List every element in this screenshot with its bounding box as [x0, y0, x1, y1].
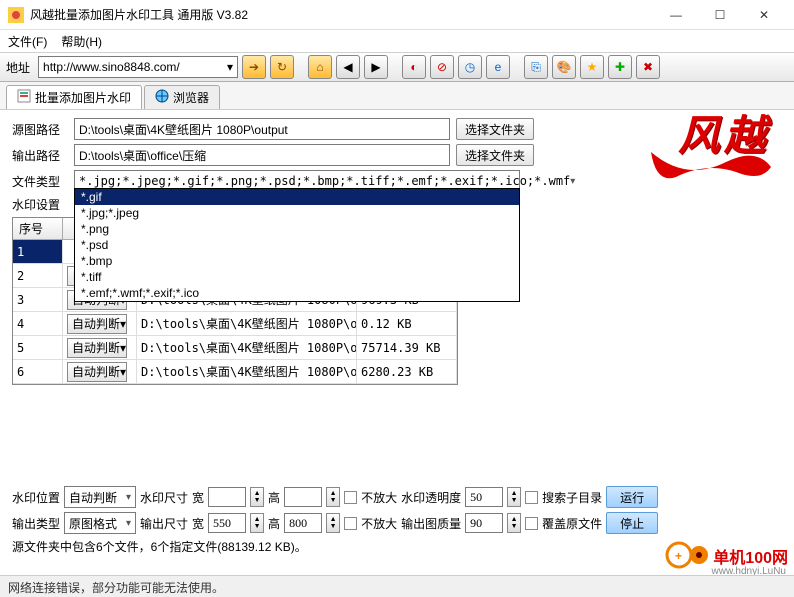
add-fav-button[interactable]: ✚ [608, 55, 632, 79]
maximize-button[interactable]: ☐ [698, 1, 742, 29]
overwrite-checkbox[interactable] [525, 517, 538, 530]
status-bar: 网络连接错误，部分功能可能无法使用。 [0, 575, 794, 597]
site-logo-icon: + [665, 537, 709, 575]
app-icon [8, 7, 24, 23]
spin[interactable]: ▲▼ [250, 487, 264, 507]
watermark-pos-combo[interactable]: 自动判断▾ [64, 486, 136, 508]
tab-browser[interactable]: 浏览器 [144, 85, 220, 109]
ie-button[interactable]: e [486, 55, 510, 79]
output-type-label: 输出类型 [12, 515, 60, 532]
filetype-dropdown[interactable]: *.gif *.jpg;*.jpeg *.png *.psd *.bmp *.t… [74, 188, 520, 302]
menu-help[interactable]: 帮助(H) [61, 33, 102, 50]
watermark-setting-label: 水印设置 [12, 196, 68, 213]
filetype-option[interactable]: *.emf;*.wmf;*.exif;*.ico [75, 285, 519, 301]
del-fav-button[interactable]: ✖ [636, 55, 660, 79]
spin[interactable]: ▲▼ [326, 487, 340, 507]
minimize-button[interactable]: — [654, 1, 698, 29]
filetype-option[interactable]: *.bmp [75, 253, 519, 269]
wm-width-input[interactable] [208, 487, 246, 507]
close-button[interactable]: ✕ [742, 1, 786, 29]
table-row[interactable]: 5 自动判断▾ D:\tools\桌面\4K壁纸图片 1080P\o... 75… [13, 336, 457, 360]
star-button[interactable]: ★ [580, 55, 604, 79]
url-combo[interactable]: http://www.sino8848.com/ ▾ [38, 56, 238, 78]
filetype-option[interactable]: *.gif [75, 189, 519, 205]
watermark-pos-label: 水印位置 [12, 489, 60, 506]
go-button[interactable]: ➔ [242, 55, 266, 79]
palette-button[interactable]: 🎨 [552, 55, 576, 79]
mode-combo[interactable]: 自动判断▾ [67, 314, 127, 334]
brand-swirl-icon [646, 142, 776, 186]
opacity-input[interactable]: 50 [465, 487, 503, 507]
mode-combo[interactable]: 自动判断▾ [67, 362, 127, 382]
toolbar: 地址 http://www.sino8848.com/ ▾ ➔ ↻ ⌂ ◀ ▶ … [0, 52, 794, 82]
back-button[interactable]: ◀ [336, 55, 360, 79]
forward-button[interactable]: ▶ [364, 55, 388, 79]
search-subdir-checkbox[interactable] [525, 491, 538, 504]
col-index[interactable]: 序号 [13, 218, 63, 239]
run-button[interactable]: 运行 [606, 486, 658, 508]
title-bar: 风越批量添加图片水印工具 通用版 V3.82 — ☐ ✕ [0, 0, 794, 30]
quality-label: 输出图质量 [401, 515, 461, 532]
watermark-size-label: 水印尺寸 [140, 489, 188, 506]
opacity-label: 水印透明度 [401, 489, 461, 506]
refresh-button[interactable]: ↻ [270, 55, 294, 79]
no-enlarge-checkbox2[interactable] [344, 517, 357, 530]
wm-height-input[interactable] [284, 487, 322, 507]
stop-button[interactable]: 停止 [606, 512, 658, 534]
output-browse-button[interactable]: 选择文件夹 [456, 144, 534, 166]
table-row[interactable]: 6 自动判断▾ D:\tools\桌面\4K壁纸图片 1080P\o... 62… [13, 360, 457, 384]
stop-button[interactable]: ⊘ [430, 55, 454, 79]
spin[interactable]: ▲▼ [507, 513, 521, 533]
no-enlarge-checkbox[interactable] [344, 491, 357, 504]
menu-bar: 文件(F) 帮助(H) [0, 30, 794, 52]
tool-btn-a[interactable]: ◐ [402, 55, 426, 79]
chevron-down-icon: ▾ [570, 176, 575, 187]
table-row[interactable]: 4 自动判断▾ D:\tools\桌面\4K壁纸图片 1080P\o... 0.… [13, 312, 457, 336]
watermark-tab-icon [17, 89, 31, 106]
out-width-input[interactable]: 550 [208, 513, 246, 533]
tool-btn-c[interactable]: ◷ [458, 55, 482, 79]
source-browse-button[interactable]: 选择文件夹 [456, 118, 534, 140]
tab-watermark[interactable]: 批量添加图片水印 [6, 85, 142, 109]
site-logo: + 单机100网 www.hdnyi.LuNu [665, 537, 788, 575]
output-type-combo[interactable]: 原图格式▾ [64, 512, 136, 534]
quality-input[interactable]: 90 [465, 513, 503, 533]
filetype-option[interactable]: *.jpg;*.jpeg [75, 205, 519, 221]
mode-combo[interactable]: 自动判断▾ [67, 338, 127, 358]
output-path-input[interactable]: D:\tools\桌面\office\压缩 [74, 144, 450, 166]
home-button[interactable]: ⌂ [308, 55, 332, 79]
globe-icon [155, 89, 169, 106]
source-path-input[interactable]: D:\tools\桌面\4K壁纸图片 1080P\output [74, 118, 450, 140]
spin[interactable]: ▲▼ [250, 513, 264, 533]
tab-strip: 批量添加图片水印 浏览器 [0, 82, 794, 110]
filetype-option[interactable]: *.tiff [75, 269, 519, 285]
window-title: 风越批量添加图片水印工具 通用版 V3.82 [30, 6, 654, 23]
copy-button[interactable]: ⎘ [524, 55, 548, 79]
svg-text:+: + [675, 549, 682, 563]
filetype-option[interactable]: *.png [75, 221, 519, 237]
filetype-label: 文件类型 [12, 173, 68, 190]
spin[interactable]: ▲▼ [326, 513, 340, 533]
menu-file[interactable]: 文件(F) [8, 33, 47, 50]
source-path-label: 源图路径 [12, 121, 68, 138]
out-height-input[interactable]: 800 [284, 513, 322, 533]
address-label: 地址 [6, 59, 30, 76]
filetype-option[interactable]: *.psd [75, 237, 519, 253]
chevron-down-icon: ▾ [227, 60, 233, 74]
spin[interactable]: ▲▼ [507, 487, 521, 507]
output-size-label: 输出尺寸 [140, 515, 188, 532]
url-text: http://www.sino8848.com/ [43, 60, 180, 74]
output-path-label: 输出路径 [12, 147, 68, 164]
